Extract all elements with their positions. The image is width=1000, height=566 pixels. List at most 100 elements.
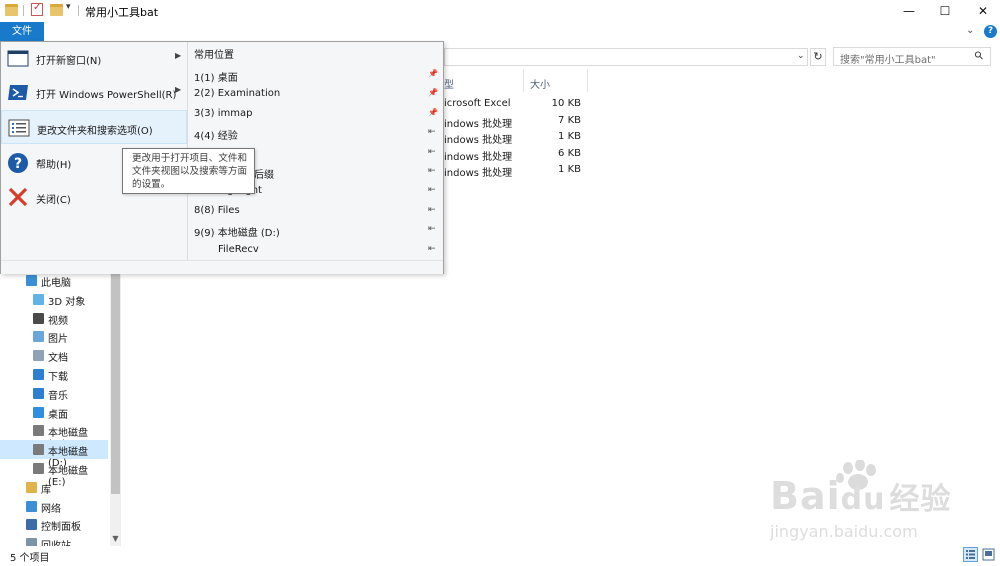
file-size-cell[interactable]: 7 KB xyxy=(528,115,581,126)
frequent-place-label: 8(8) Files xyxy=(194,204,240,216)
nav-item[interactable]: 视频 xyxy=(0,309,108,328)
file-size-cell[interactable]: 1 KB xyxy=(528,164,581,175)
menu-open-new-window[interactable]: 打开新窗口(N) ▶ xyxy=(1,41,187,75)
frequent-place-label: 2(2) Examination xyxy=(194,88,281,100)
libraries-icon xyxy=(26,481,37,493)
nav-item-label: 图片 xyxy=(48,334,68,346)
pin-icon[interactable]: ⇤ xyxy=(428,166,436,176)
help-icon: ? xyxy=(7,152,29,173)
drive-e-icon xyxy=(33,463,44,474)
toolbar-divider xyxy=(78,5,79,16)
ribbon-tab-bar xyxy=(0,22,1000,42)
tab-file[interactable]: 文件 xyxy=(0,22,44,41)
pinned-icon[interactable]: 📌 xyxy=(428,108,438,117)
frequent-place-label: 3(3) immap xyxy=(194,107,253,119)
refresh-button[interactable]: ↻ xyxy=(810,48,826,66)
menu-item-label: 帮助(H) xyxy=(36,160,72,171)
drive-c-icon xyxy=(33,425,44,437)
chevron-down-icon[interactable]: ⌄ xyxy=(966,25,974,36)
address-dropdown-icon[interactable]: ⌄ xyxy=(797,51,805,61)
file-size-cell[interactable]: 10 KB xyxy=(528,98,581,109)
pin-icon[interactable]: ⇤ xyxy=(428,185,436,195)
properties-icon[interactable] xyxy=(31,2,43,16)
folder-icon xyxy=(5,4,18,16)
file-size-cell[interactable]: 6 KB xyxy=(528,148,581,159)
watermark: Baidu 经验 jingyan.baidu.com xyxy=(770,459,990,550)
file-type-cell[interactable]: indows 批处理 xyxy=(444,148,512,163)
search-input[interactable]: 搜索"常用小工具bat" xyxy=(833,47,991,66)
nav-item[interactable]: 下载 xyxy=(0,365,108,384)
nav-item[interactable]: 图片 xyxy=(0,327,108,346)
column-header-type[interactable]: 型 xyxy=(444,76,454,91)
frequent-place-label: 1(1) 桌面 xyxy=(194,73,238,84)
menu-open-powershell[interactable]: 打开 Windows PowerShell(R) ▶ xyxy=(1,75,187,109)
watermark-brand-suffix: du xyxy=(840,482,886,517)
nav-item-label: 库 xyxy=(41,484,51,496)
nav-item[interactable]: 本地磁盘 (D:) xyxy=(0,440,108,469)
new-folder-icon[interactable] xyxy=(50,4,63,16)
pin-icon[interactable]: ⇤ xyxy=(428,224,436,234)
window-title: 常用小工具bat xyxy=(85,6,159,19)
new-window-icon xyxy=(7,48,29,68)
tooltip: 更改用于打开项目、文件和 文件夹视图以及搜索等方面 的设置。 xyxy=(122,148,255,194)
nav-item-label: 音乐 xyxy=(48,390,68,402)
pin-icon[interactable]: ⇤ xyxy=(428,147,436,157)
frequent-place-item[interactable]: 1(1) 桌面 📌 xyxy=(188,66,443,85)
menu-item-label: 打开 Windows PowerShell(R) xyxy=(36,90,177,101)
tooltip-line: 的设置。 xyxy=(132,179,171,190)
submenu-arrow-icon: ▶ xyxy=(175,85,182,94)
pin-icon[interactable]: ⇤ xyxy=(428,244,436,254)
file-type-cell[interactable]: icrosoft Excel xyxy=(444,98,511,109)
drive-d-icon xyxy=(33,444,44,456)
nav-item[interactable]: 音乐 xyxy=(0,384,108,403)
pinned-icon[interactable]: 📌 xyxy=(428,69,438,78)
address-bar[interactable] xyxy=(444,48,808,66)
frequent-place-item[interactable]: 8(8) Files ⇤ xyxy=(188,202,443,221)
nav-item[interactable]: 3D 对象 xyxy=(0,290,108,309)
documents-icon xyxy=(33,350,44,362)
nav-item[interactable]: 文档 xyxy=(0,346,108,365)
column-divider[interactable] xyxy=(523,70,524,92)
menu-folder-options[interactable]: 更改文件夹和搜索选项(O) xyxy=(1,110,187,144)
column-divider[interactable] xyxy=(587,70,588,92)
file-type-cell[interactable]: indows 批处理 xyxy=(444,164,512,179)
svg-text:?: ? xyxy=(14,156,22,172)
frequent-place-item[interactable]: 3(3) immap 📌 xyxy=(188,105,443,124)
close-window-button[interactable]: ✕ xyxy=(960,0,1000,22)
frequent-place-item[interactable]: 4(4) 经验 ⇤ xyxy=(188,124,443,143)
file-type-cell[interactable]: indows 批处理 xyxy=(444,115,512,130)
column-header-size[interactable]: 大小 xyxy=(530,76,550,91)
file-type-cell[interactable]: indows 批处理 xyxy=(444,131,512,146)
powershell-icon xyxy=(7,82,29,102)
frequent-place-item[interactable]: FileRecv ⇤ xyxy=(188,241,443,260)
pictures-icon xyxy=(33,331,44,343)
music-icon xyxy=(33,387,44,399)
quick-access-dropdown-icon[interactable]: ▾ xyxy=(66,2,71,12)
frequent-place-item[interactable]: 2(2) Examination 📌 xyxy=(188,85,443,104)
nav-item[interactable]: 控制面板 xyxy=(0,515,108,534)
nav-item-label: 控制面板 xyxy=(41,522,81,534)
nav-item[interactable]: 本地磁盘 (E:) xyxy=(0,459,108,488)
downloads-icon xyxy=(33,369,44,380)
nav-item[interactable]: 网络 xyxy=(0,497,108,516)
frequent-place-item[interactable]: 9(9) 本地磁盘 (D:) ⇤ xyxy=(188,221,443,240)
3d-objects-icon xyxy=(33,293,44,305)
pin-icon[interactable]: ⇤ xyxy=(428,127,436,137)
network-icon xyxy=(26,500,37,512)
nav-item[interactable]: 本地磁盘 (C:) xyxy=(0,421,108,450)
pinned-icon[interactable]: 📌 xyxy=(428,88,438,97)
control-panel-icon xyxy=(26,519,37,531)
nav-item[interactable]: 库 xyxy=(0,478,108,497)
nav-scrollbar-thumb[interactable] xyxy=(111,272,120,494)
frequent-place-label: FileRecv xyxy=(218,243,259,255)
scroll-down-arrow-icon[interactable]: ▼ xyxy=(110,533,121,545)
videos-icon xyxy=(33,312,44,324)
help-icon[interactable]: ? xyxy=(984,25,997,38)
nav-item-label: 视频 xyxy=(48,315,68,327)
nav-item[interactable]: 桌面 xyxy=(0,403,108,422)
file-size-cell[interactable]: 1 KB xyxy=(528,131,581,142)
submenu-arrow-icon: ▶ xyxy=(175,51,182,60)
desktop-icon xyxy=(33,406,44,418)
file-menu-footer xyxy=(1,260,443,274)
pin-icon[interactable]: ⇤ xyxy=(428,205,436,215)
